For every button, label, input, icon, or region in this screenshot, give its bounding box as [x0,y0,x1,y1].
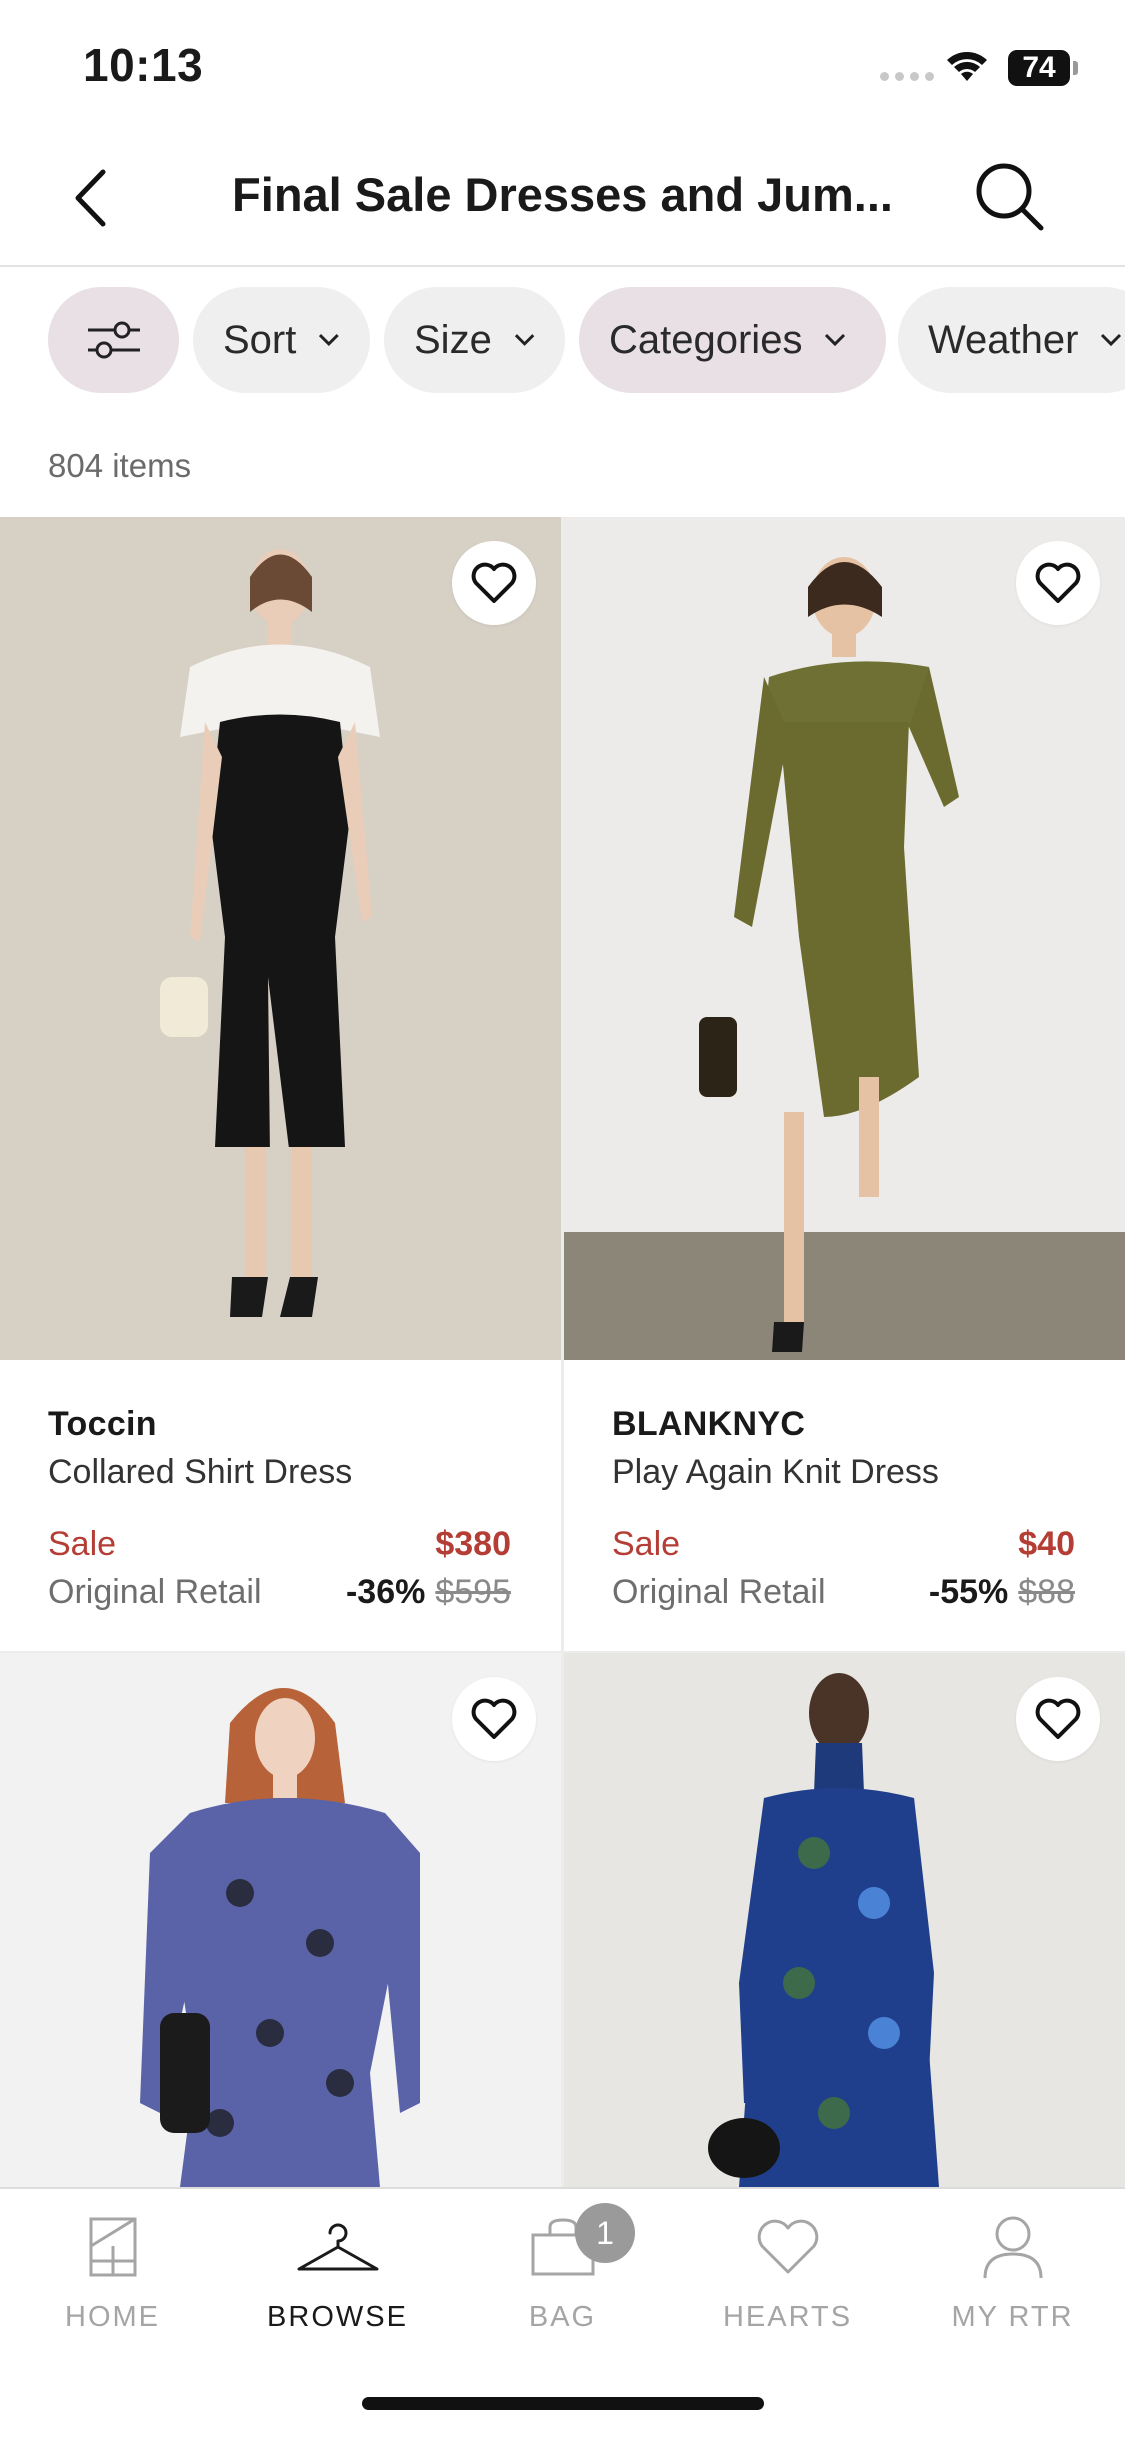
heart-button[interactable] [1016,1677,1100,1761]
search-icon [976,163,1044,231]
product-brand: Toccin [48,1405,157,1443]
dress-illustration [564,517,1125,1360]
original-price: $88 [1018,1573,1075,1611]
filter-bar: Sort Size Categories Weather [0,285,1125,397]
tab-my-rtr[interactable]: MY RTR [900,2207,1125,2347]
weather-label: Weather [928,317,1079,362]
original-price-group: -36% $595 [346,1573,511,1612]
battery-icon: 74 [1008,50,1070,86]
tab-bag[interactable]: BAG [450,2207,675,2347]
size-label: Size [414,317,492,362]
signal-icon [880,72,934,81]
sliders-icon [87,321,140,359]
categories-label: Categories [609,317,803,362]
tab-bag-label: BAG [528,2301,597,2333]
tab-browse-label: BROWSE [267,2301,408,2333]
chevron-left-icon [75,169,106,227]
heart-icon [1035,562,1081,603]
filter-weather-chip[interactable]: Weather [898,287,1125,393]
original-retail-label: Original Retail [612,1573,826,1611]
filter-categories-chip[interactable]: Categories [579,287,886,393]
filter-sort-chip[interactable]: Sort [193,287,370,393]
chevron-down-icon [319,334,340,347]
sale-price: $380 [435,1525,511,1563]
grid-divider-horizontal [0,1651,1125,1653]
tab-home-label: HOME [65,2301,160,2333]
tab-hearts[interactable]: HEARTS [675,2207,900,2347]
search-button[interactable] [970,157,1050,237]
heart-button[interactable] [1016,541,1100,625]
product-image[interactable] [0,517,561,1360]
wifi-icon [947,52,987,81]
home-icon [89,2217,136,2277]
bag-count-badge: 1 [575,2203,635,2263]
results-count: 804 items [48,447,192,484]
discount-percent: -36% [345,1573,426,1611]
product-image[interactable] [564,517,1125,1360]
heart-button[interactable] [452,541,536,625]
sale-price: $40 [1018,1525,1075,1563]
original-price-group: -55% $88 [929,1573,1075,1612]
sale-label: Sale [48,1525,117,1563]
heart-icon [757,2219,818,2274]
person-icon [983,2216,1042,2279]
status-time: 10:13 [83,39,204,91]
dress-illustration [0,517,561,1360]
page-title: Final Sale Dresses and Jum... [232,168,893,221]
tab-my-rtr-label: MY RTR [951,2301,1074,2333]
product-brand: BLANKNYC [612,1405,806,1443]
tab-home[interactable]: HOME [0,2207,225,2347]
original-retail-label: Original Retail [48,1573,262,1611]
nav-header: Final Sale Dresses and Jum... [0,135,1125,267]
filter-settings-chip[interactable] [48,287,179,393]
battery-tip [1073,61,1078,75]
product-info: Toccin Collared Shirt Dress Sale $380 Or… [0,1360,561,1650]
heart-icon [471,1698,517,1739]
original-price: $595 [435,1573,511,1611]
sort-label: Sort [223,317,297,362]
hanger-icon [297,2223,378,2271]
discount-percent: -55% [928,1573,1009,1611]
sale-label: Sale [612,1525,681,1563]
heart-icon [1035,1698,1081,1739]
product-name: Play Again Knit Dress [612,1453,939,1491]
heart-button[interactable] [452,1677,536,1761]
heart-icon [471,562,517,603]
filter-size-chip[interactable]: Size [384,287,565,393]
grid-divider-vertical [561,517,564,2187]
product-name: Collared Shirt Dress [48,1453,353,1491]
home-indicator [362,2397,764,2410]
back-button[interactable] [60,163,120,233]
chevron-down-icon [514,334,535,346]
tab-hearts-label: HEARTS [722,2301,853,2333]
tab-browse[interactable]: BROWSE [225,2207,450,2347]
status-bar: 10:13 74 [0,0,1125,135]
chevron-down-icon [825,333,846,347]
product-info: BLANKNYC Play Again Knit Dress Sale $40 … [564,1360,1125,1650]
chevron-down-icon [1101,333,1122,347]
